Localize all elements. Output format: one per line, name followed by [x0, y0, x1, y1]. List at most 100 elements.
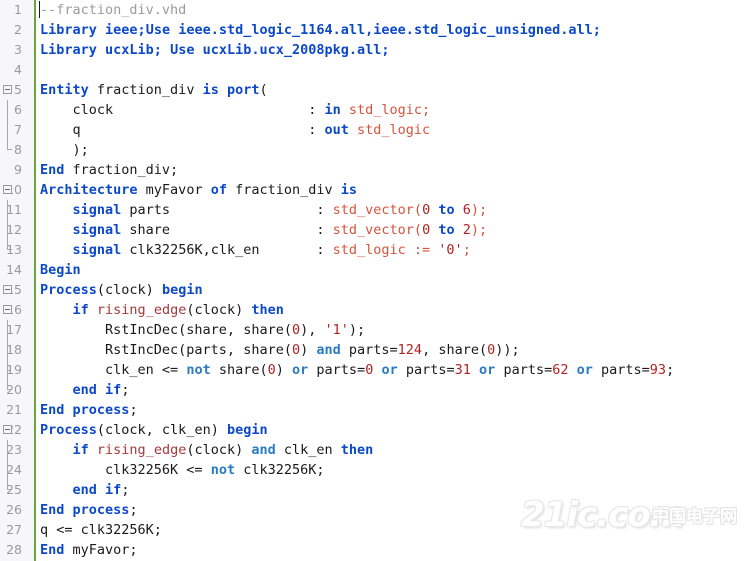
token-pl: clk_en <=: [40, 362, 187, 378]
line-number: 13: [6, 242, 22, 257]
token-op: or: [479, 362, 496, 378]
line-number: 12: [6, 222, 22, 237]
token-pl: clk32256K;: [235, 462, 325, 478]
token-op: not: [186, 362, 211, 378]
token-typ: );: [470, 222, 488, 238]
fold-toggle-icon[interactable]: [3, 285, 12, 294]
token-pl: ));: [495, 342, 520, 358]
fold-toggle-icon[interactable]: [3, 185, 12, 194]
code-text: clk32256K <= not clk32256K;: [40, 460, 324, 480]
code-line[interactable]: 23 if rising_edge(clock) and clk_en then: [0, 440, 749, 460]
code-line[interactable]: 15 Process(clock) begin: [0, 280, 749, 300]
code-line[interactable]: 17 RstIncDec(share, share(0), '1');: [0, 320, 749, 340]
code-line[interactable]: 21 End process;: [0, 400, 749, 420]
code-line[interactable]: 13 signal clk32256K,clk_en : std_logic :…: [0, 240, 749, 260]
token-kw: Library: [40, 22, 97, 38]
code-line[interactable]: 10 Architecture myFavor of fraction_div i…: [0, 180, 749, 200]
token-num: 0: [487, 342, 496, 358]
line-number: 9: [14, 162, 22, 177]
fold-toggle-icon[interactable]: [3, 425, 12, 434]
code-text: end if;: [40, 380, 130, 400]
code-line[interactable]: 28 End myFavor;: [0, 540, 749, 560]
token-typ: :=: [405, 242, 439, 258]
token-kw: port: [226, 82, 260, 98]
code-line[interactable]: 27 q <= clk32256K;: [0, 520, 749, 540]
token-fn: rising_edge: [96, 302, 187, 318]
code-lines[interactable]: 1 --fraction_div.vhd 2 Library ieee;Use iee…: [0, 0, 749, 560]
token-kw: signal: [72, 222, 122, 238]
token-typ: ;: [462, 242, 471, 258]
code-line[interactable]: 3 Library ucxLib; Use ucxLib.ucx_2008pkg.…: [0, 40, 749, 60]
token-num: 0: [291, 322, 301, 338]
token-num: 0: [422, 202, 431, 218]
token-pl: parts=: [495, 362, 553, 378]
fold-guide-line: [7, 440, 8, 460]
code-line[interactable]: 9 End fraction_div;: [0, 160, 749, 180]
code-text: Library ieee;Use ieee.std_logic_1164.all…: [40, 20, 601, 40]
line-number: 21: [6, 402, 22, 417]
token-kw: Library: [40, 42, 97, 58]
token-pl: clock: [40, 102, 114, 118]
token-typ: std_logic: [332, 242, 406, 258]
code-editor[interactable]: 1 --fraction_div.vhd 2 Library ieee;Use iee…: [0, 0, 749, 561]
code-line[interactable]: 6 clock : in std_logic;: [0, 100, 749, 120]
token-num: 31: [454, 362, 471, 378]
token-pl: ): [275, 362, 293, 378]
code-line[interactable]: 5 Entity fraction_div is port(: [0, 80, 749, 100]
token-num: 6: [462, 202, 471, 218]
token-typ: [455, 202, 463, 218]
token-pl: (: [259, 82, 268, 98]
code-line[interactable]: 11 signal parts : std_vector(0 to 6);: [0, 200, 749, 220]
line-number: 26: [6, 502, 22, 517]
token-op: or: [381, 362, 398, 378]
code-line[interactable]: 1 --fraction_div.vhd: [0, 0, 749, 20]
code-line[interactable]: 24 clk32256K <= not clk32256K;: [0, 460, 749, 480]
line-number: 1: [14, 2, 22, 17]
token-typ: );: [470, 202, 488, 218]
token-cmt: --fraction_div.vhd: [40, 2, 187, 18]
token-num: 124: [397, 342, 423, 358]
line-number: 18: [6, 342, 22, 357]
token-pl: :: [170, 202, 333, 218]
token-kw: ucx_2008pkg: [259, 42, 349, 58]
token-pl: myFavor;: [64, 542, 138, 558]
fold-toggle-icon[interactable]: [3, 305, 12, 314]
code-line[interactable]: 19 clk_en <= not share(0) or parts=0 or …: [0, 360, 749, 380]
token-pl: :: [80, 122, 325, 138]
code-text: Entity fraction_div is port(: [40, 80, 268, 100]
token-pl: share(: [210, 362, 268, 378]
code-text: if rising_edge(clock) then: [40, 300, 284, 320]
code-line[interactable]: 25 end if;: [0, 480, 749, 500]
token-op: and: [316, 342, 341, 358]
code-text: );: [40, 140, 89, 160]
code-line[interactable]: 20 end if;: [0, 380, 749, 400]
token-typ: (: [413, 222, 423, 238]
line-number: 3: [14, 42, 22, 57]
code-line[interactable]: 16 if rising_edge(clock) then: [0, 300, 749, 320]
fold-toggle-icon[interactable]: [3, 85, 12, 94]
code-line[interactable]: 12 signal share : std_vector(0 to 2);: [0, 220, 749, 240]
token-typ: ;: [422, 102, 431, 118]
token-kw: if: [105, 382, 122, 398]
code-line[interactable]: 2 Library ieee;Use ieee.std_logic_1164.al…: [0, 20, 749, 40]
code-line[interactable]: 8 );: [0, 140, 749, 160]
token-kw: begin: [226, 422, 268, 438]
token-pl: ;: [121, 482, 130, 498]
token-fn: rising_edge: [96, 442, 187, 458]
code-line[interactable]: 18 RstIncDec(parts, share(0) and parts=1…: [0, 340, 749, 360]
line-number: 17: [6, 322, 22, 337]
token-pl: ): [300, 342, 317, 358]
code-line[interactable]: 4: [0, 60, 749, 80]
code-line[interactable]: 26 End process;: [0, 500, 749, 520]
code-line[interactable]: 22 Process(clock, clk_en) begin: [0, 420, 749, 440]
token-kw: process: [72, 402, 130, 418]
token-pl: clk32256K,clk_en: [121, 242, 260, 258]
token-kw: if: [72, 442, 89, 458]
code-line[interactable]: 7 q : out std_logic: [0, 120, 749, 140]
code-line[interactable]: 14 Begin: [0, 260, 749, 280]
